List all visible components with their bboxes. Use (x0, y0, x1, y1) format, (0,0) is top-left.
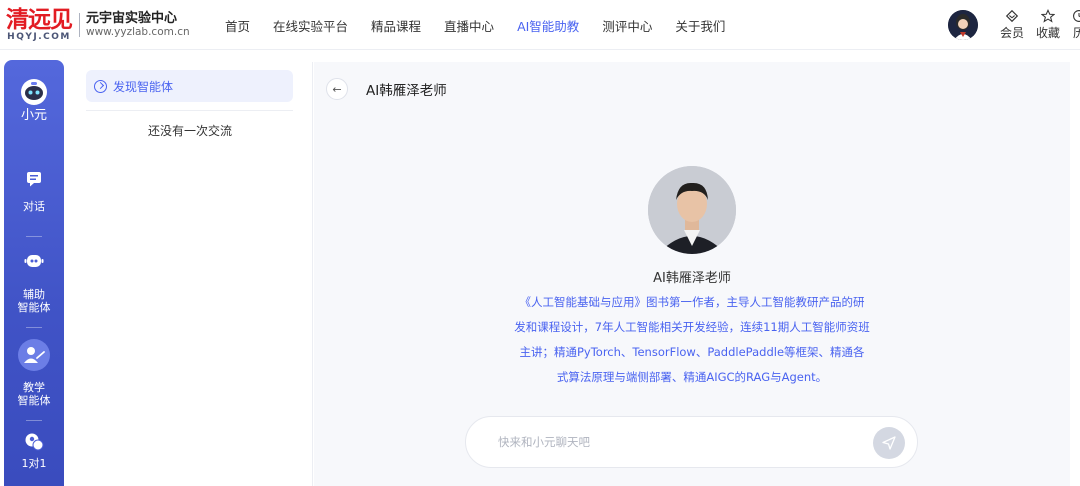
chat-panel: ← AI韩雁泽老师 AI韩雁泽老师 《人工智能基础与应用》图书第一作者，主导人工… (314, 62, 1070, 486)
sidebar-item-assist-agent[interactable]: 辅助 智能体 (4, 252, 64, 314)
star-icon (1040, 9, 1055, 23)
site-logo[interactable]: 清远见 HQYJ.COM 元宇宙实验中心 www.yyzlab.com.cn (6, 6, 190, 44)
logo-mark: 清远见 HQYJ.COM (6, 6, 73, 42)
chat-icon (27, 172, 41, 187)
robot-icon (24, 255, 44, 267)
sidebar-brand-label: 小元 (20, 108, 47, 123)
nav-about[interactable]: 关于我们 (675, 16, 725, 35)
sidebar-item-one-on-one[interactable]: 1对1 (4, 432, 64, 470)
discover-agents-button[interactable]: 发现智能体 (86, 70, 293, 102)
history-label: 历 (1072, 26, 1080, 40)
app-sidebar: 小元 对话 辅助 智能体 教学 智能体 1对1 (4, 60, 64, 486)
nav-online-lab[interactable]: 在线实验平台 (273, 16, 348, 35)
sidebar-brand[interactable]: 小元 (4, 78, 64, 124)
agent-portrait (648, 166, 736, 254)
main-card: 发现智能体 还没有一次交流 ← AI韩雁泽老师 AI韩雁泽老师 《人工智能基础与… (67, 62, 1070, 486)
compass-icon (94, 79, 107, 93)
sidebar-item-teaching-agent[interactable]: 教学 智能体 (4, 338, 64, 407)
logo-brand-sub: HQYJ.COM (7, 31, 71, 42)
arrow-left-icon: ← (332, 82, 342, 96)
sidebar-separator (26, 327, 42, 328)
favorites-button[interactable]: 收藏 (1036, 9, 1060, 41)
favorites-label: 收藏 (1035, 26, 1060, 40)
sidebar-item-chat[interactable]: 对话 (4, 170, 64, 213)
chat-input-box (465, 416, 918, 468)
diamond-icon (1005, 9, 1019, 23)
empty-conversations-text: 还没有一次交流 (147, 124, 232, 138)
chat-title: AI韩雁泽老师 (366, 83, 447, 99)
nav-home[interactable]: 首页 (225, 16, 250, 35)
agent-description: 《人工智能基础与应用》图书第一作者，主导人工智能教研产品的研发和课程设计，7年人… (514, 295, 870, 384)
nav-assessment[interactable]: 测评中心 (602, 16, 652, 35)
user-avatar[interactable] (947, 10, 978, 40)
nav-ai-assistant[interactable]: AI智能助教 (517, 16, 579, 35)
top-header: 清远见 HQYJ.COM 元宇宙实验中心 www.yyzlab.com.cn 首… (0, 0, 1080, 50)
chat-input[interactable] (496, 434, 836, 450)
sidebar-separator (26, 236, 42, 237)
logo-name: 元宇宙实验中心 (86, 10, 178, 26)
sidebar-item-chat-label: 对话 (23, 200, 45, 213)
agent-avatar (648, 166, 736, 254)
member-button[interactable]: 会员 (1000, 9, 1024, 41)
logo-text: 元宇宙实验中心 www.yyzlab.com.cn (86, 10, 190, 39)
conversation-panel: 发现智能体 还没有一次交流 (67, 62, 313, 486)
sidebar-separator (26, 420, 42, 421)
nav-live[interactable]: 直播中心 (444, 16, 494, 35)
tutor-icon (25, 433, 44, 451)
logo-brand: 清远见 (6, 6, 73, 33)
sidebar-item-teaching-label: 教学 智能体 (17, 381, 51, 408)
logo-url: www.yyzlab.com.cn (86, 26, 190, 39)
header-actions: 会员 收藏 历 (947, 0, 1080, 50)
discover-agents-label: 发现智能体 (113, 79, 174, 94)
clock-icon (1073, 10, 1080, 22)
member-label: 会员 (999, 26, 1024, 40)
send-button[interactable] (873, 427, 905, 459)
main-nav: 首页 在线实验平台 精品课程 直播中心 AI智能助教 测评中心 关于我们 (225, 0, 748, 50)
user-avatar-icon (947, 10, 978, 40)
sidebar-item-assist-label: 辅助 智能体 (17, 288, 51, 315)
send-icon (882, 436, 896, 450)
logo-divider (79, 13, 80, 37)
agent-name: AI韩雁泽老师 (653, 271, 731, 286)
mascot-icon (21, 79, 47, 105)
history-button[interactable]: 历 (1072, 9, 1080, 41)
back-button[interactable]: ← (326, 78, 348, 100)
nav-courses[interactable]: 精品课程 (371, 16, 421, 35)
panel-divider (86, 110, 293, 111)
sidebar-item-one-on-one-label: 1对1 (21, 457, 47, 470)
teacher-icon (18, 339, 50, 371)
